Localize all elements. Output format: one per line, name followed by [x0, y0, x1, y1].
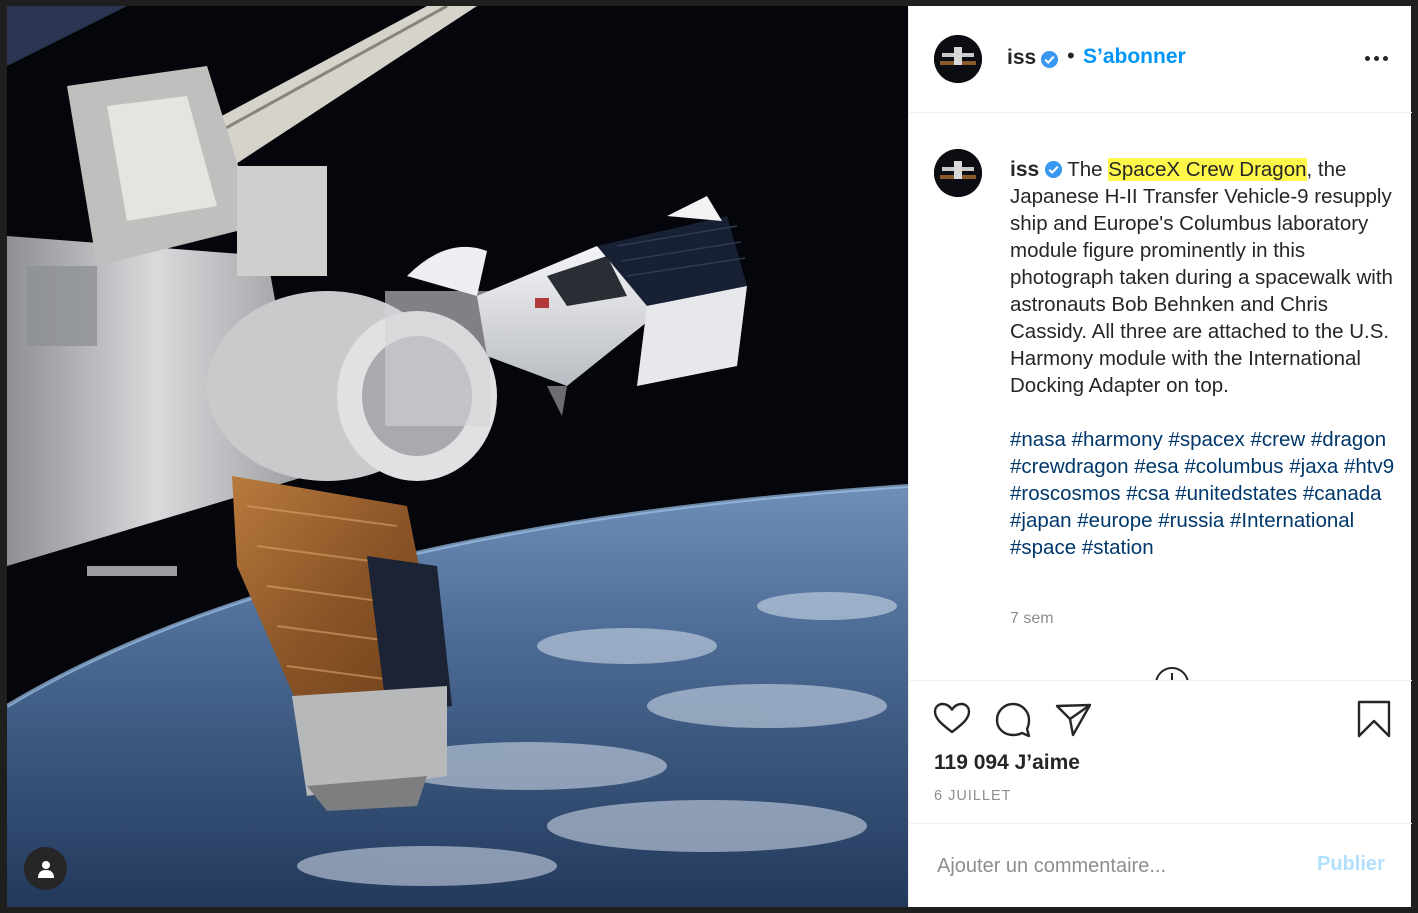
- bookmark-icon[interactable]: [1354, 699, 1394, 739]
- post-date[interactable]: 6 JUILLET: [934, 788, 1012, 804]
- verified-badge-icon: [1040, 50, 1059, 69]
- hashtag-link[interactable]: #space: [1010, 536, 1076, 559]
- heart-icon[interactable]: [932, 699, 972, 739]
- post-header: iss • S’abonner: [909, 6, 1412, 113]
- caption-highlighted-text: SpaceX Crew Dragon: [1108, 158, 1307, 181]
- header-separator: •: [1067, 43, 1075, 68]
- hashtag-link[interactable]: #station: [1082, 536, 1154, 559]
- iss-photo-image: [7, 6, 908, 907]
- comment-icon[interactable]: [993, 699, 1033, 739]
- hashtag-link[interactable]: #esa: [1134, 455, 1178, 478]
- hashtag-link[interactable]: #htv9: [1344, 455, 1394, 478]
- hashtag-link[interactable]: #crewdragon: [1010, 455, 1129, 478]
- caption-text-body: , the Japanese H-II Transfer Vehicle-9 r…: [1010, 158, 1393, 397]
- post-actions: 119 094 J’aime 6 JUILLET: [909, 682, 1412, 824]
- post-side-panel: iss • S’abonner iss The SpaceX Crew Drag…: [908, 6, 1412, 907]
- hashtag-link[interactable]: #spacex: [1168, 428, 1244, 451]
- hashtag-link[interactable]: #csa: [1126, 482, 1169, 505]
- post-author-username[interactable]: iss: [1007, 46, 1036, 70]
- caption-username[interactable]: iss: [1010, 158, 1039, 181]
- hashtag-link[interactable]: #japan: [1010, 509, 1072, 532]
- hashtag-link[interactable]: #canada: [1303, 482, 1382, 505]
- hashtag-link[interactable]: #crew: [1251, 428, 1306, 451]
- follow-button[interactable]: S’abonner: [1083, 45, 1186, 69]
- publish-button[interactable]: Publier: [1317, 853, 1385, 876]
- comment-input[interactable]: [937, 851, 1287, 881]
- caption-text: iss The SpaceX Crew Dragon, the Japanese …: [1010, 156, 1400, 561]
- hashtag-link[interactable]: #International: [1230, 509, 1354, 532]
- user-tags-button[interactable]: [24, 847, 67, 890]
- hashtag-link[interactable]: #europe: [1077, 509, 1152, 532]
- caption-time-ago: 7 sem: [1010, 610, 1054, 627]
- profile-avatar[interactable]: [934, 35, 982, 83]
- verified-badge-icon: [1045, 160, 1063, 179]
- hashtag-link[interactable]: #dragon: [1311, 428, 1386, 451]
- hashtag-link[interactable]: #unitedstates: [1175, 482, 1297, 505]
- iss-logo-icon: [934, 35, 982, 83]
- caption-avatar[interactable]: [934, 149, 982, 197]
- likes-count[interactable]: 119 094 J’aime: [934, 751, 1080, 775]
- more-options-icon[interactable]: [1365, 56, 1389, 64]
- add-comment-row: Publier: [909, 825, 1412, 907]
- share-icon[interactable]: [1053, 699, 1093, 739]
- hashtag-link[interactable]: #harmony: [1072, 428, 1163, 451]
- hashtag-link[interactable]: #jaxa: [1289, 455, 1338, 478]
- hashtag-link[interactable]: #roscosmos: [1010, 482, 1121, 505]
- user-tags-icon: [37, 860, 54, 878]
- hashtag-link[interactable]: #nasa: [1010, 428, 1066, 451]
- hashtag-link[interactable]: #russia: [1158, 509, 1224, 532]
- iss-logo-icon: [934, 149, 982, 197]
- window-frame: iss • S’abonner iss The SpaceX Crew Drag…: [0, 0, 1418, 913]
- load-more-comments-icon[interactable]: [1155, 667, 1189, 680]
- caption-text-start: The: [1067, 158, 1109, 181]
- post-caption-area: iss The SpaceX Crew Dragon, the Japanese …: [909, 114, 1412, 681]
- hashtag-list: #nasa #harmony #spacex #crew #dragon #cr…: [1010, 426, 1400, 561]
- hashtag-link[interactable]: #columbus: [1184, 455, 1283, 478]
- post-photo[interactable]: [7, 6, 908, 907]
